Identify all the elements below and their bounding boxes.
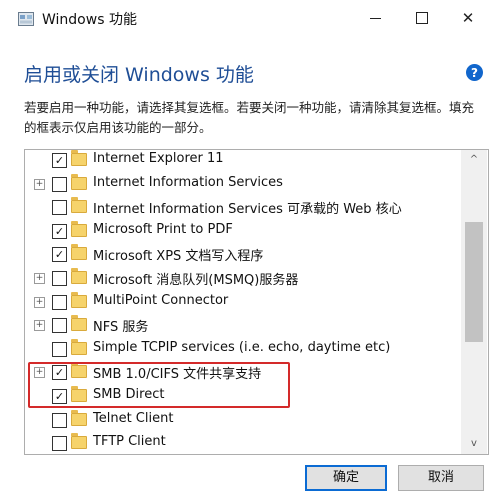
feature-checkbox[interactable]: ✓ [52,247,67,263]
feature-label: NFS 服务 [93,320,149,336]
feature-checkbox[interactable] [52,412,67,428]
window-title: Windows 功能 [42,12,137,28]
feature-checkbox[interactable]: ✓ [52,153,67,168]
feature-row[interactable]: Simple TCPIP services (i.e. echo, daytim… [25,338,465,362]
help-icon[interactable]: ? [466,64,483,81]
folder-icon [71,150,87,166]
folder-icon [71,268,87,284]
windows-features-app-icon [18,12,34,26]
close-button[interactable]: ✕ [445,0,491,36]
feature-checkbox[interactable] [52,176,67,192]
scroll-up-icon[interactable]: ^ [461,150,487,170]
feature-checkbox[interactable] [52,318,67,334]
expand-icon[interactable]: + [34,296,45,308]
windows-features-dialog: Windows 功能 ✕ 启用或关闭 Windows 功能 ? 若要启用一种功能… [0,0,491,492]
minimize-button[interactable] [352,0,398,36]
smb-highlight-box [28,362,290,408]
close-icon: ✕ [461,9,475,27]
title-bar[interactable]: Windows 功能 ✕ [0,0,491,36]
folder-icon [71,291,87,308]
feature-label: Simple TCPIP services (i.e. echo, daytim… [93,339,391,355]
feature-row[interactable]: + Internet Information Services [25,173,465,197]
feature-label: MultiPoint Connector [93,292,229,308]
scroll-thumb[interactable] [465,222,483,342]
feature-label: Internet Explorer 11 [93,151,224,166]
feature-label: Internet Information Services [93,174,283,190]
feature-label: Internet Information Services 可承载的 Web 核… [93,202,402,218]
feature-checkbox[interactable] [52,200,67,216]
instructions-text: 若要启用一种功能，请选择其复选框。若要关闭一种功能，请清除其复选框。填充的框表示… [24,100,475,135]
maximize-button[interactable] [399,0,445,36]
feature-checkbox[interactable] [52,436,67,452]
feature-row[interactable]: Telnet Client [25,409,465,433]
feature-row[interactable]: + Microsoft 消息队列(MSMQ)服务器 [25,268,465,291]
feature-row[interactable]: TFTP Client [25,433,465,454]
feature-label: Microsoft Print to PDF [93,221,233,237]
feature-row[interactable]: ✓ Microsoft XPS 文档写入程序 [25,244,465,267]
feature-label: Microsoft 消息队列(MSMQ)服务器 [93,273,299,288]
folder-icon [71,433,87,450]
feature-checkbox[interactable] [52,294,67,310]
scroll-down-icon[interactable]: v [461,434,487,454]
expand-icon[interactable]: + [34,273,45,284]
folder-icon [71,244,87,261]
features-scrollbar[interactable]: ^ v [461,150,487,454]
feature-checkbox[interactable] [52,341,67,357]
expand-icon[interactable]: + [34,178,45,190]
feature-label: TFTP Client [93,434,166,450]
features-tree[interactable]: ✓ Internet Explorer 11 + Internet Informati… [24,149,489,455]
feature-row[interactable]: ✓ Internet Explorer 11 [25,150,465,173]
feature-row[interactable]: + NFS 服务 [25,315,465,338]
minimize-icon [369,17,381,19]
feature-checkbox[interactable]: ✓ [52,223,67,239]
feature-checkbox[interactable] [52,271,67,286]
ok-button[interactable]: 确定 [305,465,387,491]
expand-icon[interactable]: + [34,320,45,332]
folder-icon [71,197,87,214]
feature-label: Microsoft XPS 文档写入程序 [93,249,264,265]
folder-icon [71,338,87,355]
feature-label: Telnet Client [93,410,174,426]
maximize-icon [416,12,428,24]
cancel-button[interactable]: 取消 [398,465,484,491]
page-title: 启用或关闭 Windows 功能 [24,64,254,86]
folder-icon [71,409,87,426]
feature-row[interactable]: Internet Information Services 可承载的 Web 核… [25,197,465,220]
folder-icon [71,220,87,237]
feature-row[interactable]: + MultiPoint Connector [25,291,465,315]
folder-icon [71,173,87,190]
folder-icon [71,315,87,332]
feature-row[interactable]: ✓ Microsoft Print to PDF [25,220,465,244]
